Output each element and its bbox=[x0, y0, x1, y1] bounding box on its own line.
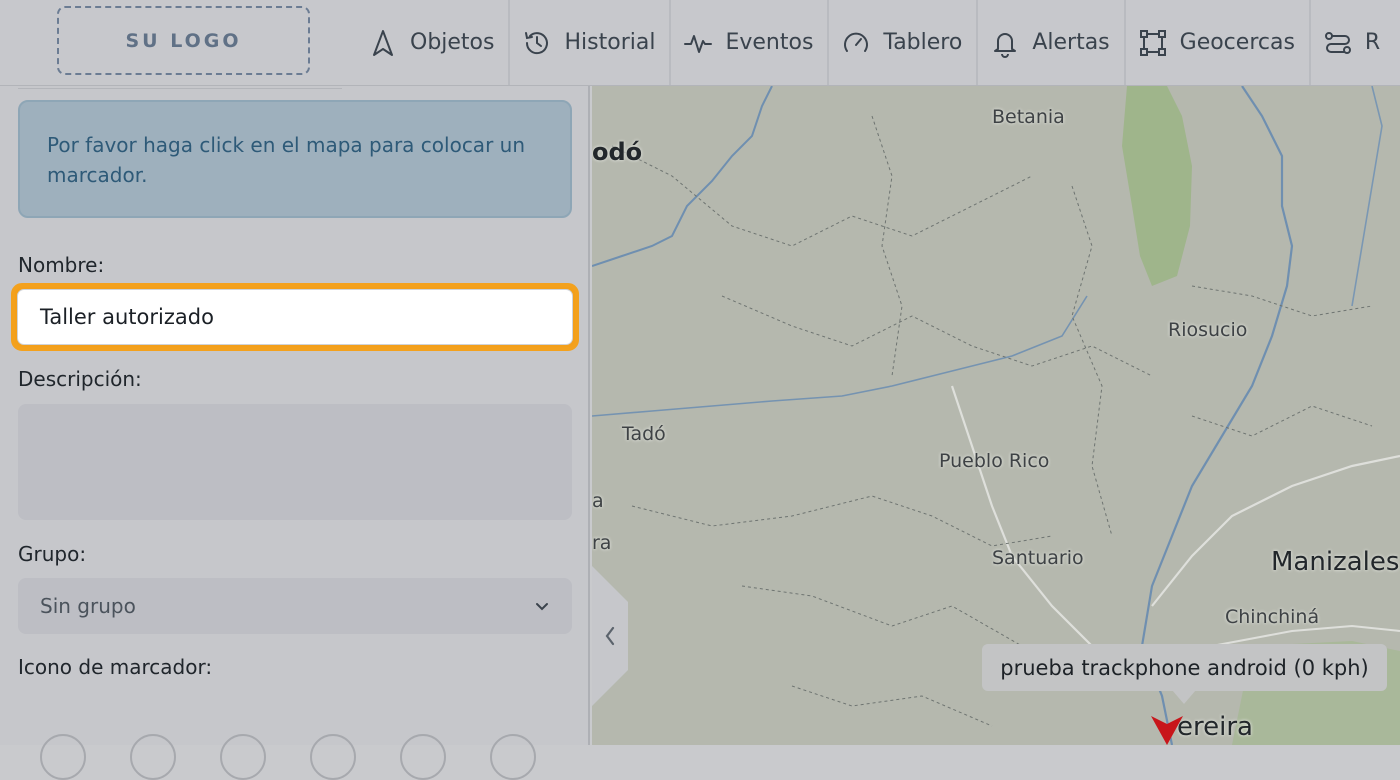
nav-label: Geocercas bbox=[1179, 30, 1295, 55]
divider bbox=[18, 88, 342, 89]
nav-item-tablero[interactable]: Tablero bbox=[829, 0, 979, 85]
info-alert: Por favor haga click en el mapa para col… bbox=[18, 100, 572, 218]
nav-label: Alertas bbox=[1032, 30, 1110, 55]
marker-icon-option[interactable] bbox=[400, 734, 446, 780]
device-tooltip: prueba trackphone android (0 kph) bbox=[982, 644, 1387, 691]
collapse-panel-button[interactable] bbox=[592, 566, 628, 706]
map-place-label: a bbox=[592, 490, 604, 512]
name-label: Nombre: bbox=[18, 253, 105, 277]
nav-item-eventos[interactable]: Eventos bbox=[671, 0, 830, 85]
map-place-label: Manizales bbox=[1271, 547, 1400, 577]
nav-label: R bbox=[1364, 30, 1381, 55]
chevron-down-icon bbox=[536, 603, 548, 611]
group-label: Grupo: bbox=[18, 542, 87, 566]
routes-icon bbox=[1324, 31, 1351, 54]
gauge-icon bbox=[844, 32, 869, 52]
map-place-label: Riosucio bbox=[1168, 319, 1248, 341]
marker-icon-options bbox=[40, 734, 536, 780]
nav-item-geocercas[interactable]: Geocercas bbox=[1126, 0, 1311, 85]
geofence-icon bbox=[1139, 29, 1166, 56]
marker-icon-option[interactable] bbox=[130, 734, 176, 780]
marker-icon-option[interactable] bbox=[490, 734, 536, 780]
nav-item-historial[interactable]: Historial bbox=[510, 0, 672, 85]
marker-icon-option[interactable] bbox=[220, 734, 266, 780]
description-field[interactable] bbox=[18, 404, 572, 520]
tooltip-tail bbox=[1172, 690, 1196, 704]
map-place-label: Pueblo Rico bbox=[939, 450, 1050, 472]
name-field[interactable]: Taller autorizado bbox=[17, 289, 573, 345]
name-field-focus-ring: Taller autorizado bbox=[11, 283, 579, 351]
marker-icon-option[interactable] bbox=[40, 734, 86, 780]
top-navigation-bar: SU LOGO Objetos Historial Eventos Tabler… bbox=[0, 0, 1400, 86]
group-selected-value: Sin grupo bbox=[40, 594, 136, 618]
nav-label: Historial bbox=[564, 30, 656, 55]
logo-placeholder[interactable]: SU LOGO bbox=[57, 6, 310, 75]
map-place-label: Tadó bbox=[622, 423, 666, 445]
map-place-label: Betania bbox=[992, 106, 1065, 128]
bell-icon bbox=[994, 32, 1017, 58]
main-nav: Objetos Historial Eventos Tablero Alerta… bbox=[360, 0, 1394, 85]
map-place-label: Santuario bbox=[992, 547, 1084, 569]
nav-item-objetos[interactable]: Objetos bbox=[360, 0, 511, 85]
collapse-tab-shape bbox=[592, 566, 628, 706]
marker-icon-label: Icono de marcador: bbox=[18, 655, 213, 679]
marker-icon-option[interactable] bbox=[310, 734, 356, 780]
nav-label: Eventos bbox=[725, 30, 814, 55]
nav-item-alertas[interactable]: Alertas bbox=[978, 0, 1126, 85]
group-select[interactable]: Sin grupo bbox=[18, 578, 572, 634]
history-icon bbox=[525, 31, 549, 54]
nav-label: Tablero bbox=[883, 30, 963, 55]
map-place-label: Chinchiná bbox=[1225, 606, 1320, 628]
marker-form-panel: Por favor haga click en el mapa para col… bbox=[0, 86, 590, 780]
map-place-label: odó bbox=[592, 138, 643, 166]
navigation-arrow-icon bbox=[373, 29, 393, 56]
device-marker-icon[interactable] bbox=[1150, 712, 1184, 745]
description-label: Descripción: bbox=[18, 367, 142, 391]
map-place-label: ra bbox=[592, 532, 612, 554]
nav-label: Objetos bbox=[410, 30, 495, 55]
nav-item-rutas[interactable]: R bbox=[1311, 0, 1394, 85]
map-place-label: ereira bbox=[1177, 712, 1253, 742]
activity-icon bbox=[684, 34, 713, 53]
